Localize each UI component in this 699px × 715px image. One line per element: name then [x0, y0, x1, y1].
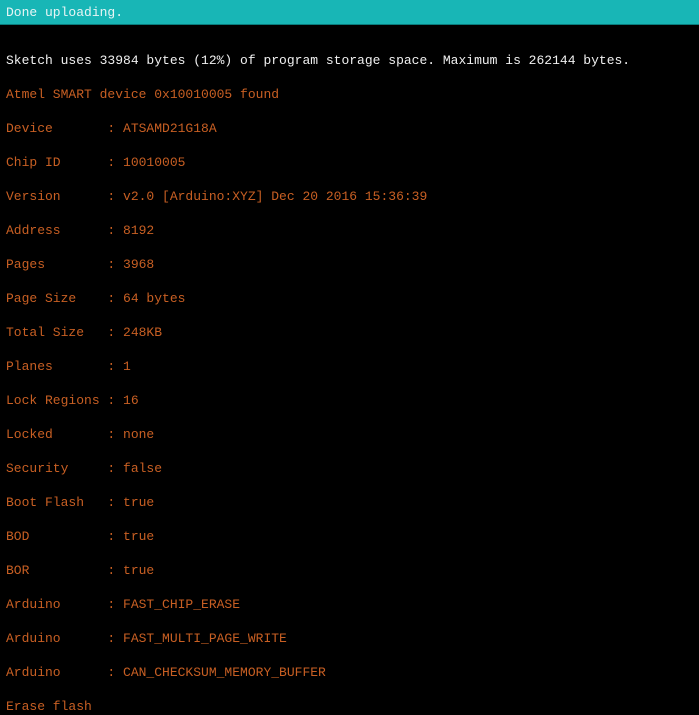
console-output: Sketch uses 33984 bytes (12%) of program…	[0, 25, 699, 715]
status-text: Done uploading.	[6, 5, 123, 20]
erase-header: Erase flash	[6, 698, 693, 715]
status-bar: Done uploading.	[0, 0, 699, 25]
device-info-line: Device : ATSAMD21G18A	[6, 120, 693, 137]
device-info-line: Pages : 3968	[6, 256, 693, 273]
device-info-line: Planes : 1	[6, 358, 693, 375]
device-info-line: Chip ID : 10010005	[6, 154, 693, 171]
device-info-line: Page Size : 64 bytes	[6, 290, 693, 307]
device-info-line: Security : false	[6, 460, 693, 477]
device-info-line: Lock Regions : 16	[6, 392, 693, 409]
device-info-line: Arduino : FAST_CHIP_ERASE	[6, 596, 693, 613]
device-info-line: Arduino : CAN_CHECKSUM_MEMORY_BUFFER	[6, 664, 693, 681]
device-info-line: Version : v2.0 [Arduino:XYZ] Dec 20 2016…	[6, 188, 693, 205]
device-info-line: Address : 8192	[6, 222, 693, 239]
device-info-line: BOR : true	[6, 562, 693, 579]
device-info-line: Boot Flash : true	[6, 494, 693, 511]
device-found-line: Atmel SMART device 0x10010005 found	[6, 86, 693, 103]
device-info-line: Arduino : FAST_MULTI_PAGE_WRITE	[6, 630, 693, 647]
sketch-usage-line: Sketch uses 33984 bytes (12%) of program…	[6, 52, 693, 69]
device-info-line: BOD : true	[6, 528, 693, 545]
device-info-line: Locked : none	[6, 426, 693, 443]
device-info-line: Total Size : 248KB	[6, 324, 693, 341]
